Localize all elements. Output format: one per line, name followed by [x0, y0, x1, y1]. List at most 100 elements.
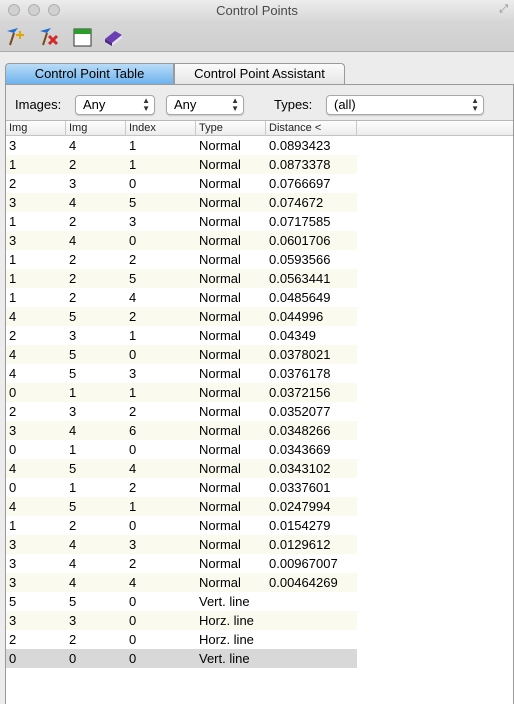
table-row[interactable]: 3 4 3 Normal 0.0129612: [6, 535, 357, 554]
cell-distance: 0.04349: [269, 328, 316, 343]
table-row[interactable]: 0 1 1 Normal 0.0372156: [6, 383, 357, 402]
table-row[interactable]: 4 5 0 Normal 0.0378021: [6, 345, 357, 364]
cell-distance: 0.00967007: [269, 556, 338, 571]
table-row[interactable]: 0 1 0 Normal 0.0343669: [6, 440, 357, 459]
cell-type: Normal: [199, 442, 241, 457]
tab-control-point-assistant[interactable]: Control Point Assistant: [174, 63, 345, 84]
cell-distance: 0.0154279: [269, 518, 331, 533]
cell-index: 0: [129, 176, 137, 191]
cell-index: 3: [129, 366, 137, 381]
cell-img1: 3: [9, 138, 17, 153]
column-header-index[interactable]: Index: [126, 121, 196, 136]
column-header-distance[interactable]: Distance <: [266, 121, 357, 136]
types-filter-select[interactable]: (all) ▲ ▼: [326, 95, 484, 115]
table-row[interactable]: 3 4 2 Normal 0.00967007: [6, 554, 357, 573]
add-point-button[interactable]: [4, 25, 28, 49]
table-row[interactable]: 1 2 1 Normal 0.0873378: [6, 155, 357, 174]
cell-type: Normal: [199, 366, 241, 381]
title-bar: Control Points ⤢: [0, 0, 514, 22]
delete-point-icon: [40, 28, 59, 46]
table-row[interactable]: 3 4 1 Normal 0.0893423: [6, 136, 357, 155]
cell-index: 3: [129, 537, 137, 552]
table-row[interactable]: 4 5 1 Normal 0.0247994: [6, 497, 357, 516]
cell-type: Normal: [199, 290, 241, 305]
cell-index: 0: [129, 233, 137, 248]
cell-index: 3: [129, 214, 137, 229]
image2-filter-select[interactable]: Any ▲ ▼: [166, 95, 244, 115]
table-row[interactable]: 1 2 3 Normal 0.0717585: [6, 212, 357, 231]
cell-index: 6: [129, 423, 137, 438]
cell-img2: 1: [69, 480, 77, 495]
cell-img2: 2: [69, 271, 77, 286]
fullscreen-icon[interactable]: ⤢: [499, 3, 508, 16]
cell-distance: 0.0372156: [269, 385, 331, 400]
cell-type: Normal: [199, 347, 241, 362]
table-row[interactable]: 0 0 0 Vert. line: [6, 649, 357, 668]
cell-img2: 5: [69, 347, 77, 362]
column-header-img1[interactable]: Img: [6, 121, 66, 136]
column-header-spacer: [357, 121, 513, 136]
table-row[interactable]: 4 5 2 Normal 0.044996: [6, 307, 357, 326]
table-row[interactable]: 2 2 0 Horz. line: [6, 630, 357, 649]
column-header-img2[interactable]: Img: [66, 121, 126, 136]
cell-type: Normal: [199, 499, 241, 514]
cell-img1: 3: [9, 556, 17, 571]
table-row[interactable]: 2 3 1 Normal 0.04349: [6, 326, 357, 345]
help-book-button[interactable]: [101, 25, 125, 49]
table-row[interactable]: 3 3 0 Horz. line: [6, 611, 357, 630]
cell-index: 5: [129, 195, 137, 210]
image1-filter-select[interactable]: Any ▲ ▼: [75, 95, 155, 115]
cell-type: Normal: [199, 328, 241, 343]
cell-index: 1: [129, 157, 137, 172]
image2-filter-value: Any: [174, 97, 197, 112]
cell-index: 2: [129, 404, 137, 419]
table-window-button[interactable]: [70, 25, 94, 49]
cell-img1: 2: [9, 328, 17, 343]
cell-img1: 1: [9, 157, 17, 172]
table-row[interactable]: 0 1 2 Normal 0.0337601: [6, 478, 357, 497]
tab-control-point-table[interactable]: Control Point Table: [5, 63, 174, 84]
cell-distance: 0.0129612: [269, 537, 331, 552]
control-point-table[interactable]: Img Img Index Type Distance < 3 4 1 Normal 0…: [6, 120, 513, 704]
image1-filter-value: Any: [83, 97, 106, 112]
types-label: Types:: [274, 97, 313, 112]
tab-panel: Images: Any ▲ ▼ Any ▲ ▼ Types: (all) ▲ ▼ Im…: [5, 84, 514, 704]
cell-img2: 2: [69, 632, 77, 647]
window-title: Control Points: [216, 3, 298, 18]
cell-index: 2: [129, 309, 137, 324]
cell-img2: 0: [69, 651, 77, 666]
cell-img1: 4: [9, 366, 17, 381]
table-row[interactable]: 3 4 4 Normal 0.00464269: [6, 573, 357, 592]
cell-distance: 0.074672: [269, 195, 324, 210]
table-row[interactable]: 3 4 6 Normal 0.0348266: [6, 421, 357, 440]
table-row[interactable]: 5 5 0 Vert. line: [6, 592, 357, 611]
updown-arrows-icon: ▲ ▼: [471, 96, 479, 113]
table-row[interactable]: 1 2 0 Normal 0.0154279: [6, 516, 357, 535]
cell-distance: 0.00464269: [269, 575, 338, 590]
table-row[interactable]: 3 4 0 Normal 0.0601706: [6, 231, 357, 250]
table-row[interactable]: 2 3 2 Normal 0.0352077: [6, 402, 357, 421]
cell-distance: 0.0378021: [269, 347, 331, 362]
table-row[interactable]: 1 2 5 Normal 0.0563441: [6, 269, 357, 288]
cell-img1: 2: [9, 404, 17, 419]
cell-type: Normal: [199, 575, 241, 590]
table-row[interactable]: 4 5 4 Normal 0.0343102: [6, 459, 357, 478]
table-row[interactable]: 1 2 4 Normal 0.0485649: [6, 288, 357, 307]
cell-img2: 5: [69, 594, 77, 609]
column-header-type[interactable]: Type: [196, 121, 266, 136]
cell-distance: 0.0766697: [269, 176, 331, 191]
cell-type: Normal: [199, 214, 241, 229]
cell-index: 4: [129, 290, 137, 305]
table-row[interactable]: 1 2 2 Normal 0.0593566: [6, 250, 357, 269]
delete-point-button[interactable]: [37, 25, 61, 49]
table-row[interactable]: 4 5 3 Normal 0.0376178: [6, 364, 357, 383]
images-label: Images:: [15, 97, 62, 112]
cell-index: 5: [129, 271, 137, 286]
cell-distance: 0.0485649: [269, 290, 331, 305]
cell-distance: 0.0376178: [269, 366, 331, 381]
cell-img1: 3: [9, 537, 17, 552]
table-row[interactable]: 3 4 5 Normal 0.074672: [6, 193, 357, 212]
cell-img1: 1: [9, 518, 17, 533]
cell-type: Normal: [199, 404, 241, 419]
table-row[interactable]: 2 3 0 Normal 0.0766697: [6, 174, 357, 193]
